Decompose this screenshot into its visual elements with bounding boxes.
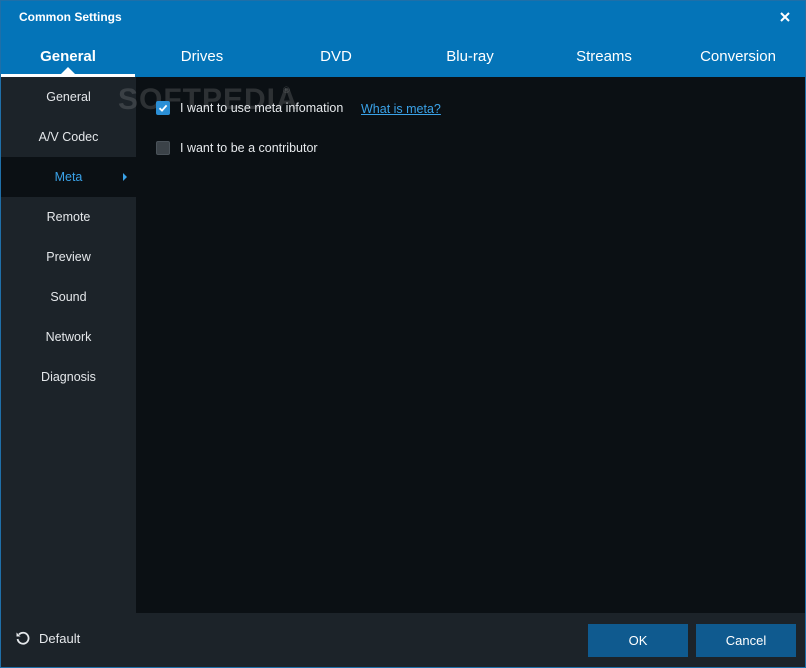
- caret-right-icon: [123, 173, 127, 181]
- tab-drives[interactable]: Drives: [135, 35, 269, 77]
- sidebar-item-network[interactable]: Network: [1, 317, 136, 357]
- close-icon: [780, 12, 790, 22]
- sidebar-item-label: A/V Codec: [38, 130, 99, 144]
- checkmark-icon: [158, 104, 168, 112]
- tab-label: Streams: [576, 47, 632, 65]
- tab-label: Conversion: [700, 47, 776, 65]
- use-meta-label: I want to use meta infomation: [180, 101, 344, 115]
- dialog-footer: Default OK Cancel: [1, 613, 805, 667]
- default-button[interactable]: Default: [15, 630, 80, 646]
- contributor-label: I want to be a contributor: [180, 141, 318, 155]
- sidebar: General A/V Codec Meta Remote Preview So…: [1, 77, 136, 613]
- tab-general[interactable]: General: [1, 35, 135, 77]
- settings-window: Common Settings General Drives DVD Blu-r…: [0, 0, 806, 668]
- sidebar-item-general[interactable]: General: [1, 77, 136, 117]
- use-meta-option[interactable]: I want to use meta infomation: [156, 101, 343, 115]
- tab-dvd[interactable]: DVD: [269, 35, 403, 77]
- title-bar: Common Settings: [1, 1, 805, 35]
- sidebar-item-label: Diagnosis: [41, 370, 96, 384]
- what-is-meta-link[interactable]: What is meta?: [361, 102, 441, 116]
- use-meta-checkbox[interactable]: [156, 101, 170, 115]
- tab-label: Blu-ray: [446, 47, 494, 65]
- tab-label: Drives: [180, 47, 224, 65]
- sidebar-item-label: Sound: [50, 290, 87, 304]
- tab-label: General: [40, 47, 96, 65]
- active-tab-caret-icon: [61, 67, 75, 74]
- sidebar-item-remote[interactable]: Remote: [1, 197, 136, 237]
- sidebar-item-label: Network: [45, 330, 92, 344]
- close-button[interactable]: [775, 7, 795, 27]
- sidebar-item-label: Meta: [54, 170, 83, 184]
- tab-label: DVD: [320, 47, 352, 65]
- sidebar-item-label: Preview: [46, 250, 91, 264]
- sidebar-item-meta[interactable]: Meta: [1, 157, 136, 197]
- meta-settings-panel: SOFTPEDIA ® I want to use meta infomatio…: [118, 77, 805, 613]
- window-title: Common Settings: [19, 10, 122, 24]
- sidebar-item-label: Remote: [46, 210, 91, 224]
- tab-bar: General Drives DVD Blu-ray Streams Conve…: [1, 35, 805, 77]
- sidebar-item-av-codec[interactable]: A/V Codec: [1, 117, 136, 157]
- default-label: Default: [39, 630, 81, 646]
- sidebar-item-preview[interactable]: Preview: [1, 237, 136, 277]
- contributor-checkbox[interactable]: [156, 141, 170, 155]
- watermark-registered-mark: ®: [283, 85, 290, 95]
- sidebar-item-sound[interactable]: Sound: [1, 277, 136, 317]
- sidebar-item-label: General: [46, 90, 91, 104]
- contributor-option[interactable]: I want to be a contributor: [156, 141, 318, 155]
- tab-streams[interactable]: Streams: [537, 35, 671, 77]
- tab-conversion[interactable]: Conversion: [671, 35, 805, 77]
- tab-blu-ray[interactable]: Blu-ray: [403, 35, 537, 77]
- sidebar-item-diagnosis[interactable]: Diagnosis: [1, 357, 136, 397]
- cancel-button[interactable]: Cancel: [696, 624, 796, 657]
- ok-button[interactable]: OK: [588, 624, 688, 657]
- reset-icon: [16, 631, 30, 645]
